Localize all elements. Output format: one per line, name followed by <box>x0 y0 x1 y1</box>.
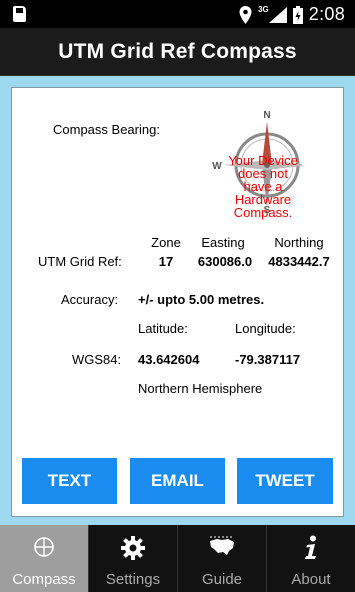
battery-icon <box>292 5 303 24</box>
northing-header: Northing <box>274 235 324 250</box>
latitude-value: 43.642604 <box>138 352 200 367</box>
compass-west-label: W <box>212 161 222 172</box>
no-compass-message: Your Device does not have a Hardware Com… <box>228 153 298 220</box>
northing-value: 4833442.7 <box>268 254 330 269</box>
tab-guide-label: Guide <box>201 571 243 588</box>
easting-header: Easting <box>201 235 245 250</box>
map-icon <box>210 536 234 555</box>
sd-card-icon <box>13 6 26 22</box>
tab-compass-label: Compass <box>12 571 76 588</box>
zone-header: Zone <box>151 235 181 250</box>
easting-value: 630086.0 <box>197 254 253 269</box>
status-bar: 3G 2:08 <box>0 0 355 28</box>
compass-widget: N S W E Your Device does not have a Hard… <box>212 108 302 220</box>
tab-settings[interactable]: Settings <box>89 525 178 592</box>
longitude-label: Longitude: <box>235 321 296 336</box>
accuracy-label: Accuracy: <box>61 292 119 307</box>
longitude-value: -79.387117 <box>235 352 301 367</box>
utm-grid-ref-label: UTM Grid Ref: <box>38 254 122 269</box>
compass-north-label: N <box>263 110 270 121</box>
location-icon <box>239 5 252 24</box>
compass-bearing-label: Compass Bearing: <box>53 122 160 137</box>
compass-icon <box>34 537 54 557</box>
app-title: UTM Grid Ref Compass <box>58 39 297 63</box>
accuracy-value: +/- upto 5.00 metres. <box>138 292 265 307</box>
tweet-button[interactable]: TWEET <box>237 458 333 504</box>
email-button[interactable]: EMAIL <box>130 458 225 504</box>
hemisphere-value: Northern Hemisphere <box>138 381 263 396</box>
main-content: Compass Bearing: N S W E Your Device doe… <box>0 76 355 525</box>
app-title-bar: UTM Grid Ref Compass <box>0 28 355 76</box>
tab-settings-label: Settings <box>105 571 161 588</box>
tab-guide[interactable]: Guide <box>178 525 267 592</box>
bottom-tab-bar: Compass Settings Guide About <box>0 525 355 592</box>
signal-icon <box>268 6 287 23</box>
tab-about-label: About <box>291 571 331 588</box>
status-icons: 3G 2:08 <box>239 4 345 25</box>
tab-compass[interactable]: Compass <box>0 525 89 592</box>
gear-icon <box>121 536 145 560</box>
info-icon <box>305 535 316 559</box>
text-button[interactable]: TEXT <box>22 458 117 504</box>
network-type-label: 3G <box>258 5 269 14</box>
tab-about[interactable]: About <box>267 525 355 592</box>
clock: 2:08 <box>308 4 345 24</box>
wgs84-label: WGS84: <box>72 352 122 367</box>
zone-value: 17 <box>158 254 174 269</box>
latitude-label: Latitude: <box>138 321 188 336</box>
info-card: Compass Bearing: N S W E Your Device doe… <box>11 87 344 517</box>
